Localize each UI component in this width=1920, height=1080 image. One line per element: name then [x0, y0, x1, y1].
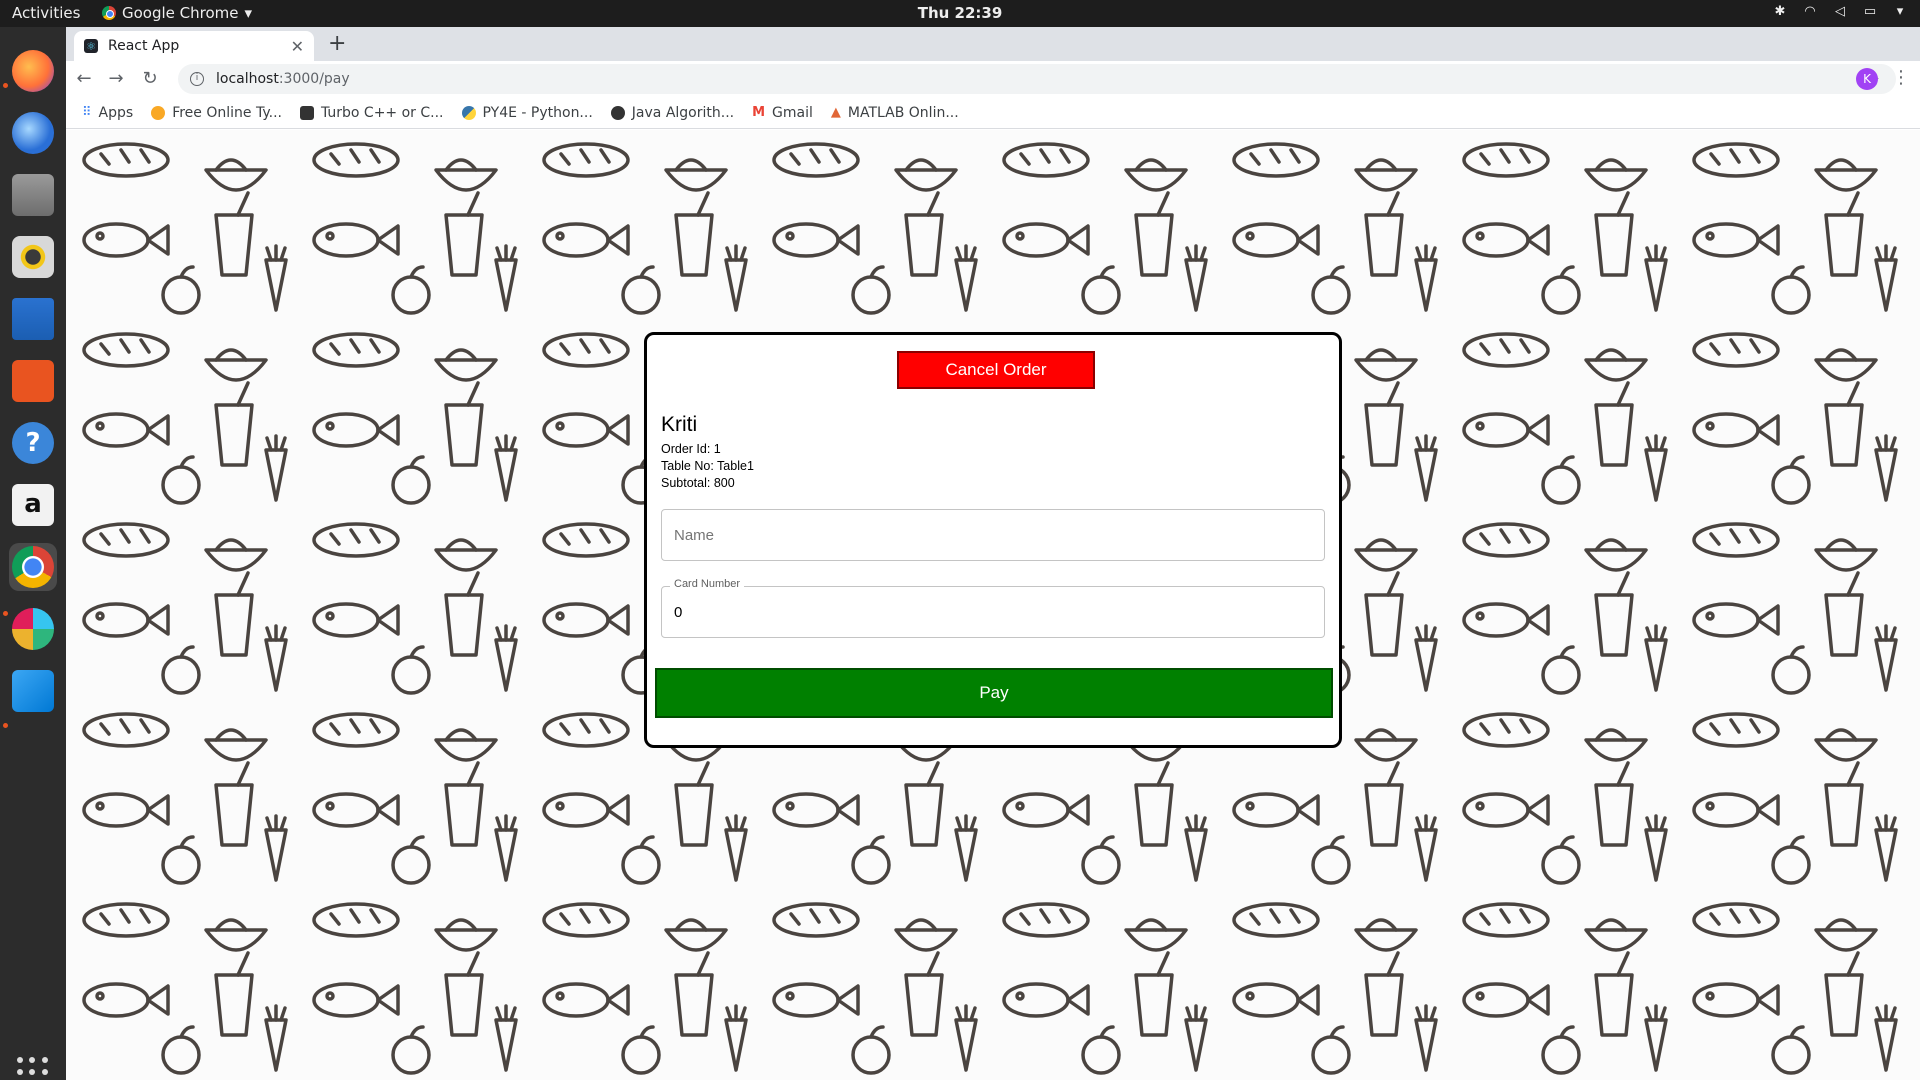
dock-rhythmbox[interactable] [9, 233, 57, 281]
shopping-bag-icon [12, 360, 54, 402]
bookmark-py4e[interactable]: PY4E - Python... [461, 104, 593, 121]
java-site-icon [610, 105, 625, 120]
document-icon [12, 298, 54, 340]
gmail-icon: M [752, 105, 766, 120]
show-applications-icon[interactable] [17, 1057, 49, 1080]
chrome-icon [102, 6, 116, 20]
bookmark-label: Free Online Ty... [172, 104, 282, 121]
card-number-input[interactable] [674, 587, 1304, 637]
dock-chrome[interactable] [9, 543, 57, 591]
bookmark-label: Turbo C++ or C... [320, 104, 444, 121]
card-number-field[interactable]: Card Number [661, 578, 1325, 638]
power-menu-icon[interactable]: ▾ [1892, 4, 1908, 20]
bookmark-apps[interactable]: ⠿ Apps [82, 105, 133, 121]
chevron-down-icon: ▾ [244, 4, 253, 22]
dock-amazon[interactable]: a [9, 481, 57, 529]
dock-files[interactable] [9, 171, 57, 219]
system-top-bar: Activities Google Chrome ▾ Thu 22:39 ✱ ◠… [0, 0, 1920, 27]
bookmark-label: MATLAB Onlin... [847, 104, 959, 121]
react-favicon-icon: ⚛ [84, 39, 98, 53]
dock-help[interactable]: ? [9, 419, 57, 467]
profile-avatar[interactable]: K [1856, 68, 1878, 90]
thunderbird-icon [12, 112, 54, 154]
bookmark-label: Java Algorith... [631, 104, 735, 121]
volume-icon[interactable]: ◁ [1832, 4, 1848, 20]
dock: ? a [0, 27, 66, 1080]
speaker-icon [12, 236, 54, 278]
tab-strip: ⚛ React App ✕ + [66, 27, 1920, 61]
app-menu[interactable]: Google Chrome ▾ [102, 4, 252, 22]
turbo-cpp-icon [299, 105, 314, 120]
forward-icon[interactable]: → [104, 67, 128, 91]
tab-title: React App [108, 38, 180, 54]
pay-button[interactable]: Pay [655, 668, 1333, 718]
bookmark-matlab[interactable]: ▲ MATLAB Onlin... [831, 105, 959, 121]
bookmark-label: Gmail [772, 104, 813, 121]
chrome-icon [12, 546, 54, 588]
page-viewport: Cancel Order Kriti Order Id: 1 Table No:… [66, 130, 1920, 1080]
files-icon [12, 174, 54, 216]
address-bar[interactable]: i localhost:3000/pay ☆ [178, 64, 1896, 94]
dock-thunderbird[interactable] [9, 109, 57, 157]
url-path: :3000/pay [278, 71, 350, 87]
wifi-icon[interactable]: ◠ [1802, 4, 1818, 20]
payment-modal: Cancel Order Kriti Order Id: 1 Table No:… [644, 332, 1342, 748]
url-host: localhost [216, 71, 279, 87]
bookmark-java-algorithms[interactable]: Java Algorith... [610, 104, 735, 121]
site-info-icon[interactable]: i [190, 72, 204, 86]
bookmark-gmail[interactable]: M Gmail [752, 105, 813, 121]
activities-button[interactable]: Activities [12, 4, 80, 22]
bookmark-turbo-cpp[interactable]: Turbo C++ or C... [299, 104, 444, 121]
table-number: Table No: Table1 [661, 459, 754, 473]
order-id: Order Id: 1 [661, 442, 721, 456]
back-icon[interactable]: ← [72, 67, 96, 91]
new-tab-button[interactable]: + [328, 31, 346, 56]
dock-software[interactable] [9, 357, 57, 405]
subtotal: Subtotal: 800 [661, 476, 735, 490]
more-menu-icon[interactable]: ⋮ [1892, 67, 1910, 88]
running-indicator [3, 611, 8, 616]
dock-slack[interactable] [9, 605, 57, 653]
bookmarks-bar: ⠿ Apps Free Online Ty... Turbo C++ or C.… [66, 97, 1920, 129]
bookmark-free-online-typing[interactable]: Free Online Ty... [151, 105, 282, 121]
vscode-icon [12, 670, 54, 712]
amazon-icon: a [12, 484, 54, 526]
close-tab-icon[interactable]: ✕ [291, 37, 304, 56]
typing-site-icon [151, 105, 166, 120]
dock-writer[interactable] [9, 295, 57, 343]
tab-react-app[interactable]: ⚛ React App ✕ [74, 31, 314, 61]
bookmark-label: Apps [98, 104, 134, 121]
accessibility-icon[interactable]: ✱ [1772, 4, 1788, 20]
name-input[interactable] [674, 510, 1304, 560]
running-indicator [3, 83, 8, 88]
reload-icon[interactable]: ↻ [138, 67, 162, 91]
system-tray[interactable]: ✱ ◠ ◁ ▭ ▾ [1772, 4, 1908, 20]
customer-name: Kriti [661, 413, 698, 436]
firefox-icon [12, 50, 54, 92]
help-icon: ? [12, 422, 54, 464]
running-indicator [3, 723, 8, 728]
bookmark-label: PY4E - Python... [482, 104, 593, 121]
matlab-icon: ▲ [830, 105, 841, 120]
dock-firefox[interactable] [9, 47, 57, 95]
app-menu-label: Google Chrome [122, 4, 239, 22]
clock[interactable]: Thu 22:39 [918, 4, 1003, 22]
name-field[interactable] [661, 509, 1325, 561]
apps-grid-icon: ⠿ [82, 105, 92, 120]
dock-vscode[interactable] [9, 667, 57, 715]
slack-icon [12, 608, 54, 650]
cancel-order-button[interactable]: Cancel Order [897, 351, 1095, 389]
browser-toolbar: ← → ↻ i localhost:3000/pay ☆ K ⋮ [66, 61, 1920, 97]
battery-icon[interactable]: ▭ [1862, 4, 1878, 20]
python-icon [461, 105, 476, 120]
